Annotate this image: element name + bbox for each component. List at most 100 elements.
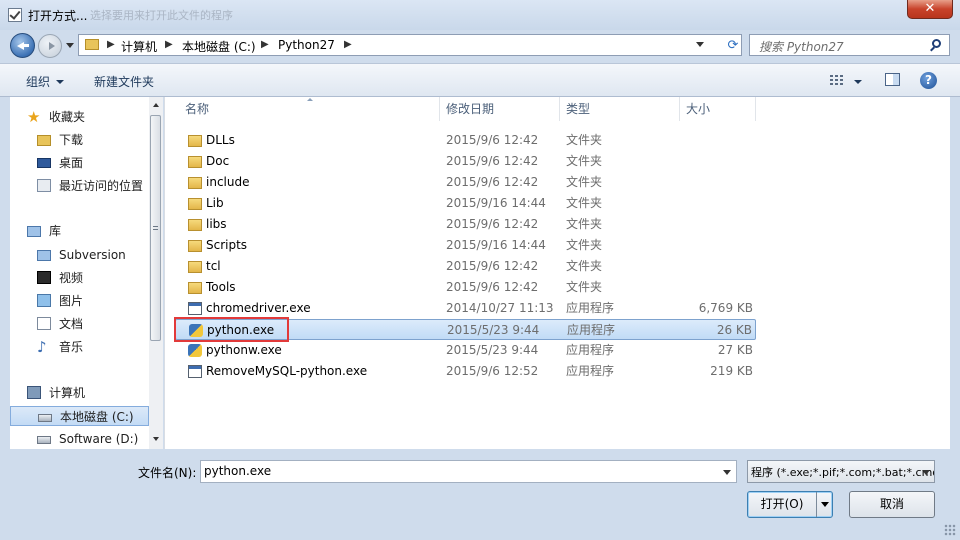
breadcrumb-separator-icon[interactable]: ▶ [261, 39, 269, 50]
file-type-value: 程序 (*.exe;*.pif;*.com;*.bat;*.cmd) [751, 466, 935, 479]
nav-subversion[interactable]: Subversion [37, 245, 157, 265]
nav-documents[interactable]: 文档 [37, 314, 157, 334]
file-date: 2014/10/27 11:13 [446, 301, 554, 315]
filename-input[interactable]: python.exe [204, 464, 271, 478]
close-button[interactable]: ✕ [907, 0, 953, 19]
column-header-size[interactable]: 大小 [680, 97, 756, 121]
view-dropdown-icon[interactable] [854, 80, 862, 84]
open-with-dialog: 打开方式... 选择要用来打开此文件的程序 ✕ ▶ 计算机 ▶ 本地磁盘 (C:… [0, 0, 960, 540]
nav-drive-d[interactable]: Software (D:) [37, 429, 157, 449]
file-size: 26 KB [716, 323, 752, 337]
back-button[interactable] [10, 33, 35, 58]
drive-icon [38, 414, 52, 422]
folder-icon [188, 156, 202, 168]
nav-libraries[interactable]: 库 [27, 221, 157, 241]
search-icon[interactable] [932, 39, 941, 48]
recent-locations-dropdown-icon[interactable] [66, 43, 74, 48]
nav-music[interactable]: ♪ 音乐 [37, 337, 157, 357]
file-row[interactable]: DLLs 2015/9/6 12:42 文件夹 [175, 130, 756, 151]
chevron-down-icon[interactable] [922, 470, 930, 475]
address-bar[interactable]: ▶ 计算机 ▶ 本地磁盘 (C:) ▶ Python27 ▶ ⟳ [78, 34, 742, 56]
filename-field[interactable]: python.exe [200, 460, 737, 483]
nav-favorites-label: 收藏夹 [49, 110, 86, 124]
file-row[interactable]: tcl 2015/9/6 12:42 文件夹 [175, 256, 756, 277]
file-row[interactable]: Scripts 2015/9/16 14:44 文件夹 [175, 235, 756, 256]
file-type: 应用程序 [566, 301, 615, 315]
file-date: 2015/9/6 12:42 [446, 154, 539, 168]
nav-favorites[interactable]: ★ 收藏夹 [27, 107, 157, 127]
navigation-scrollbar[interactable] [149, 97, 163, 449]
computer-icon [27, 386, 41, 399]
nav-desktop[interactable]: 桌面 [37, 153, 157, 173]
nav-videos[interactable]: 视频 [37, 268, 157, 288]
organize-button[interactable]: 组织 [26, 73, 65, 90]
file-row[interactable]: pythonw.exe 2015/5/23 9:44 应用程序 27 KB [175, 340, 756, 361]
resize-grip-icon[interactable] [944, 524, 956, 536]
nav-pictures[interactable]: 图片 [37, 291, 157, 311]
breadcrumb-drive-c[interactable]: 本地磁盘 (C:) [182, 38, 256, 55]
file-type-select[interactable]: 程序 (*.exe;*.pif;*.com;*.bat;*.cmd) [747, 460, 935, 483]
folder-icon [85, 39, 99, 50]
file-row[interactable]: libs 2015/9/6 12:42 文件夹 [175, 214, 756, 235]
nav-recent-places[interactable]: 最近访问的位置 [37, 176, 157, 196]
scroll-up-icon[interactable] [153, 103, 159, 107]
refresh-icon[interactable]: ⟳ [725, 38, 741, 54]
chevron-down-icon [56, 80, 65, 84]
drive-icon [37, 436, 51, 444]
breadcrumb-python27[interactable]: Python27 [278, 38, 335, 52]
file-name: libs [206, 217, 227, 231]
title-bar: 打开方式... 选择要用来打开此文件的程序 ✕ [0, 0, 960, 30]
file-date: 2015/9/16 14:44 [446, 238, 546, 252]
nav-music-label: 音乐 [59, 340, 84, 354]
breadcrumb-separator-icon[interactable]: ▶ [165, 39, 173, 50]
breadcrumb-separator-icon[interactable]: ▶ [107, 39, 115, 50]
file-row[interactable]: include 2015/9/6 12:42 文件夹 [175, 172, 756, 193]
new-folder-button[interactable]: 新建文件夹 [94, 73, 154, 90]
column-header-type[interactable]: 类型 [560, 97, 680, 121]
folder-icon [188, 261, 202, 273]
file-size: 27 KB [717, 343, 753, 357]
nav-subversion-label: Subversion [59, 248, 126, 262]
open-dropdown-icon[interactable] [821, 502, 829, 507]
folder-icon [188, 198, 202, 210]
preview-pane-icon[interactable] [885, 73, 900, 86]
file-name: RemoveMySQL-python.exe [206, 364, 368, 378]
file-row[interactable]: Doc 2015/9/6 12:42 文件夹 [175, 151, 756, 172]
file-row[interactable]: Tools 2015/9/6 12:42 文件夹 [175, 277, 756, 298]
help-icon[interactable]: ? [920, 72, 937, 89]
file-type: 文件夹 [566, 133, 603, 147]
nav-computer[interactable]: 计算机 [27, 383, 157, 403]
file-row[interactable]: RemoveMySQL-python.exe 2015/9/6 12:52 应用程序… [175, 361, 756, 382]
scrollbar-thumb[interactable] [150, 115, 161, 341]
column-header-date[interactable]: 修改日期 [440, 97, 560, 121]
file-row[interactable]: chromedriver.exe 2014/10/27 11:13 应用程序 6,76… [175, 298, 756, 319]
file-name: DLLs [206, 133, 235, 147]
file-row[interactable]: Lib 2015/9/16 14:44 文件夹 [175, 193, 756, 214]
column-header-name[interactable]: 名称 [165, 97, 440, 121]
file-date: 2015/9/16 14:44 [446, 196, 546, 210]
file-date: 2015/9/6 12:42 [446, 175, 539, 189]
nav-downloads[interactable]: 下载 [37, 130, 157, 150]
view-options-icon[interactable] [830, 75, 844, 86]
file-size: 219 KB [710, 364, 753, 378]
breadcrumb-separator-icon[interactable]: ▶ [344, 39, 352, 50]
scroll-down-icon[interactable] [153, 437, 159, 441]
search-input[interactable]: 搜索 Python27 [759, 38, 844, 55]
forward-button[interactable] [38, 34, 62, 58]
file-type: 应用程序 [566, 364, 615, 378]
nav-drive-c[interactable]: 本地磁盘 (C:) [10, 406, 149, 426]
recent-places-icon [37, 179, 51, 192]
file-type: 文件夹 [566, 196, 603, 210]
folder-icon [188, 177, 202, 189]
chevron-down-icon[interactable] [723, 470, 731, 475]
file-date: 2015/9/6 12:42 [446, 259, 539, 273]
address-dropdown-icon[interactable] [696, 42, 704, 47]
breadcrumb-computer[interactable]: 计算机 [121, 38, 157, 55]
desktop-icon [37, 158, 51, 168]
open-button[interactable]: 打开(O) [747, 491, 833, 518]
search-box[interactable]: 搜索 Python27 [749, 34, 950, 56]
folder-icon [188, 240, 202, 252]
music-icon: ♪ [37, 338, 47, 356]
window-check-icon [8, 8, 22, 22]
cancel-button[interactable]: 取消 [849, 491, 935, 518]
